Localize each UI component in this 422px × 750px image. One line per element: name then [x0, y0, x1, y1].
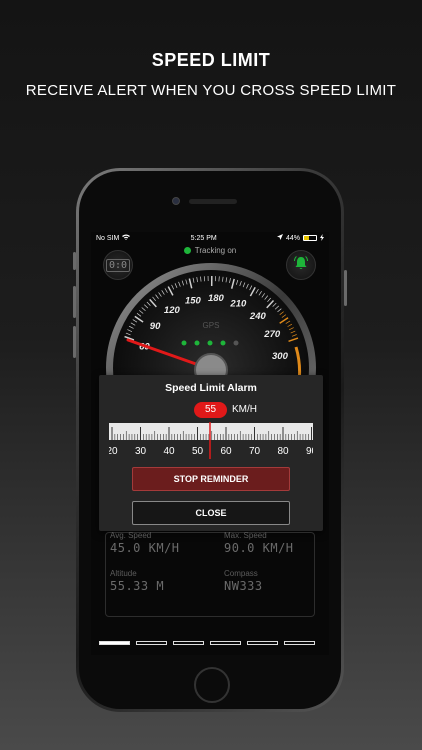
compass-label: Compass: [224, 569, 258, 578]
max-speed-stat: Max. Speed 90.0 KM/H: [224, 531, 294, 555]
home-button[interactable]: [194, 667, 230, 703]
phone-frame: No SIM 5:25 PM 44% 90 120 150 180 210 24…: [73, 168, 347, 712]
altitude-label: Altitude: [110, 569, 137, 578]
promo-subtitle: RECEIVE ALERT WHEN YOU CROSS SPEED LIMIT: [25, 82, 397, 99]
ruler-label-20: 20: [109, 446, 118, 457]
power-button: [344, 270, 347, 306]
ruler-label-30: 30: [135, 446, 147, 457]
altitude-value: 55.33 M: [110, 579, 165, 593]
speed-label-150: 150: [185, 295, 202, 306]
mute-switch: [73, 252, 76, 270]
avg-speed-stat: Avg. Speed 45.0 KM/H: [110, 531, 180, 555]
ruler-label-70: 70: [249, 446, 261, 457]
speed-limit-ruler-slider[interactable]: 20 30 40 50 60 70 80 90: [109, 419, 313, 459]
page-dot-6[interactable]: [284, 641, 315, 645]
bell-icon: [293, 255, 309, 276]
speed-label-90: 90: [150, 321, 161, 332]
speed-limit-alarm-dialog: Speed Limit Alarm 55 KM/H 20 30 40 50 60 70 80…: [99, 375, 323, 531]
earpiece-speaker: [189, 199, 237, 204]
ruler-label-80: 80: [277, 446, 289, 457]
speed-label-270: 270: [263, 329, 281, 340]
compass-stat: Compass NW333: [224, 569, 263, 593]
volume-up-button: [73, 286, 76, 318]
speed-label-300: 300: [272, 351, 289, 362]
promo-title: SPEED LIMIT: [151, 50, 271, 70]
front-camera: [172, 197, 180, 205]
gps-label: GPS: [203, 321, 220, 330]
dialog-title: Speed Limit Alarm: [165, 382, 257, 394]
page-dot-2[interactable]: [136, 641, 167, 645]
ruler-label-90: 90: [306, 446, 313, 457]
max-speed-label: Max. Speed: [224, 531, 267, 540]
compass-value: NW333: [224, 579, 263, 593]
page-indicator: [99, 641, 315, 645]
ruler-label-60: 60: [220, 446, 232, 457]
volume-down-button: [73, 326, 76, 358]
ruler-label-50: 50: [192, 446, 204, 457]
speed-label-240: 240: [249, 311, 267, 322]
speed-label-210: 210: [229, 299, 247, 310]
timer-label: 0:0: [105, 258, 131, 272]
speed-limit-value: 55: [194, 402, 227, 418]
close-button[interactable]: CLOSE: [132, 501, 290, 525]
page-dot-5[interactable]: [247, 641, 278, 645]
avg-speed-value: 45.0 KM/H: [110, 541, 180, 555]
page-dot-4[interactable]: [210, 641, 241, 645]
page-dot-1[interactable]: [99, 641, 130, 645]
avg-speed-label: Avg. Speed: [110, 531, 152, 540]
speed-label-180: 180: [208, 293, 225, 304]
speed-limit-unit: KM/H: [232, 404, 257, 415]
tracking-indicator-icon: [183, 247, 191, 254]
trip-stats-panel: Avg. Speed 45.0 KM/H Max. Speed 90.0 KM/…: [105, 531, 315, 617]
page-dot-3[interactable]: [173, 641, 204, 645]
tracking-label: Tracking on: [194, 246, 237, 255]
ruler-label-40: 40: [163, 446, 175, 457]
altitude-stat: Altitude 55.33 M: [110, 569, 164, 593]
app-screen: No SIM 5:25 PM 44% 90 120 150 180 210 24…: [91, 232, 329, 655]
speed-label-120: 120: [164, 305, 181, 316]
max-speed-value: 90.0 KM/H: [224, 541, 294, 555]
stop-reminder-button[interactable]: STOP REMINDER: [132, 467, 290, 491]
tracking-status: Tracking on: [91, 246, 329, 255]
